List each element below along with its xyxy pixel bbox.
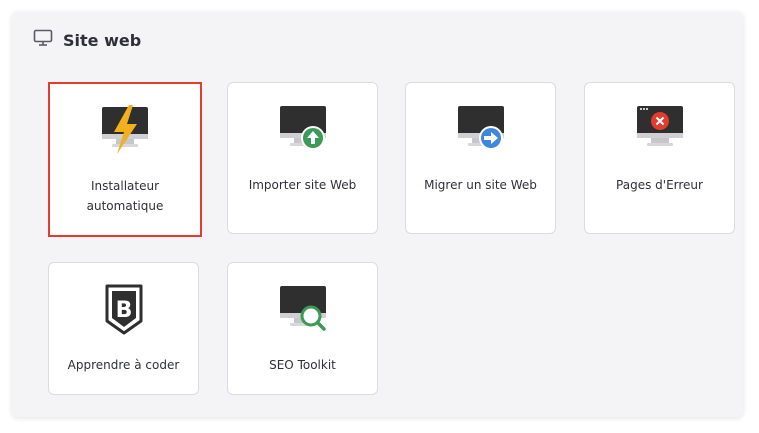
card-error-pages[interactable]: Pages d'Erreur xyxy=(584,82,735,234)
seo-toolkit-icon xyxy=(278,283,328,341)
card-label: Pages d'Erreur xyxy=(616,178,703,192)
card-seo-toolkit[interactable]: SEO Toolkit xyxy=(227,262,378,395)
auto-installer-icon xyxy=(100,104,150,162)
migrate-website-icon xyxy=(456,103,506,161)
import-website-icon xyxy=(278,103,328,161)
card-label: Apprendre à coder xyxy=(67,358,180,372)
card-label: Installateur automatique xyxy=(86,179,164,213)
learn-to-code-icon: B xyxy=(99,283,149,341)
monitor-icon xyxy=(33,29,53,51)
error-pages-icon xyxy=(635,103,685,161)
card-import-website[interactable]: Importer site Web xyxy=(227,82,378,234)
card-label: Migrer un site Web xyxy=(424,178,537,192)
card-learn-to-code[interactable]: B Apprendre à coder xyxy=(48,262,199,395)
section-header: Site web xyxy=(33,28,141,52)
section-title: Site web xyxy=(63,30,142,50)
card-auto-installer[interactable]: Installateur automatique xyxy=(48,82,202,237)
card-label: SEO Toolkit xyxy=(269,358,336,372)
card-label: Importer site Web xyxy=(248,178,357,192)
card-migrate-website[interactable]: Migrer un site Web xyxy=(405,82,556,234)
svg-text:B: B xyxy=(115,298,132,323)
